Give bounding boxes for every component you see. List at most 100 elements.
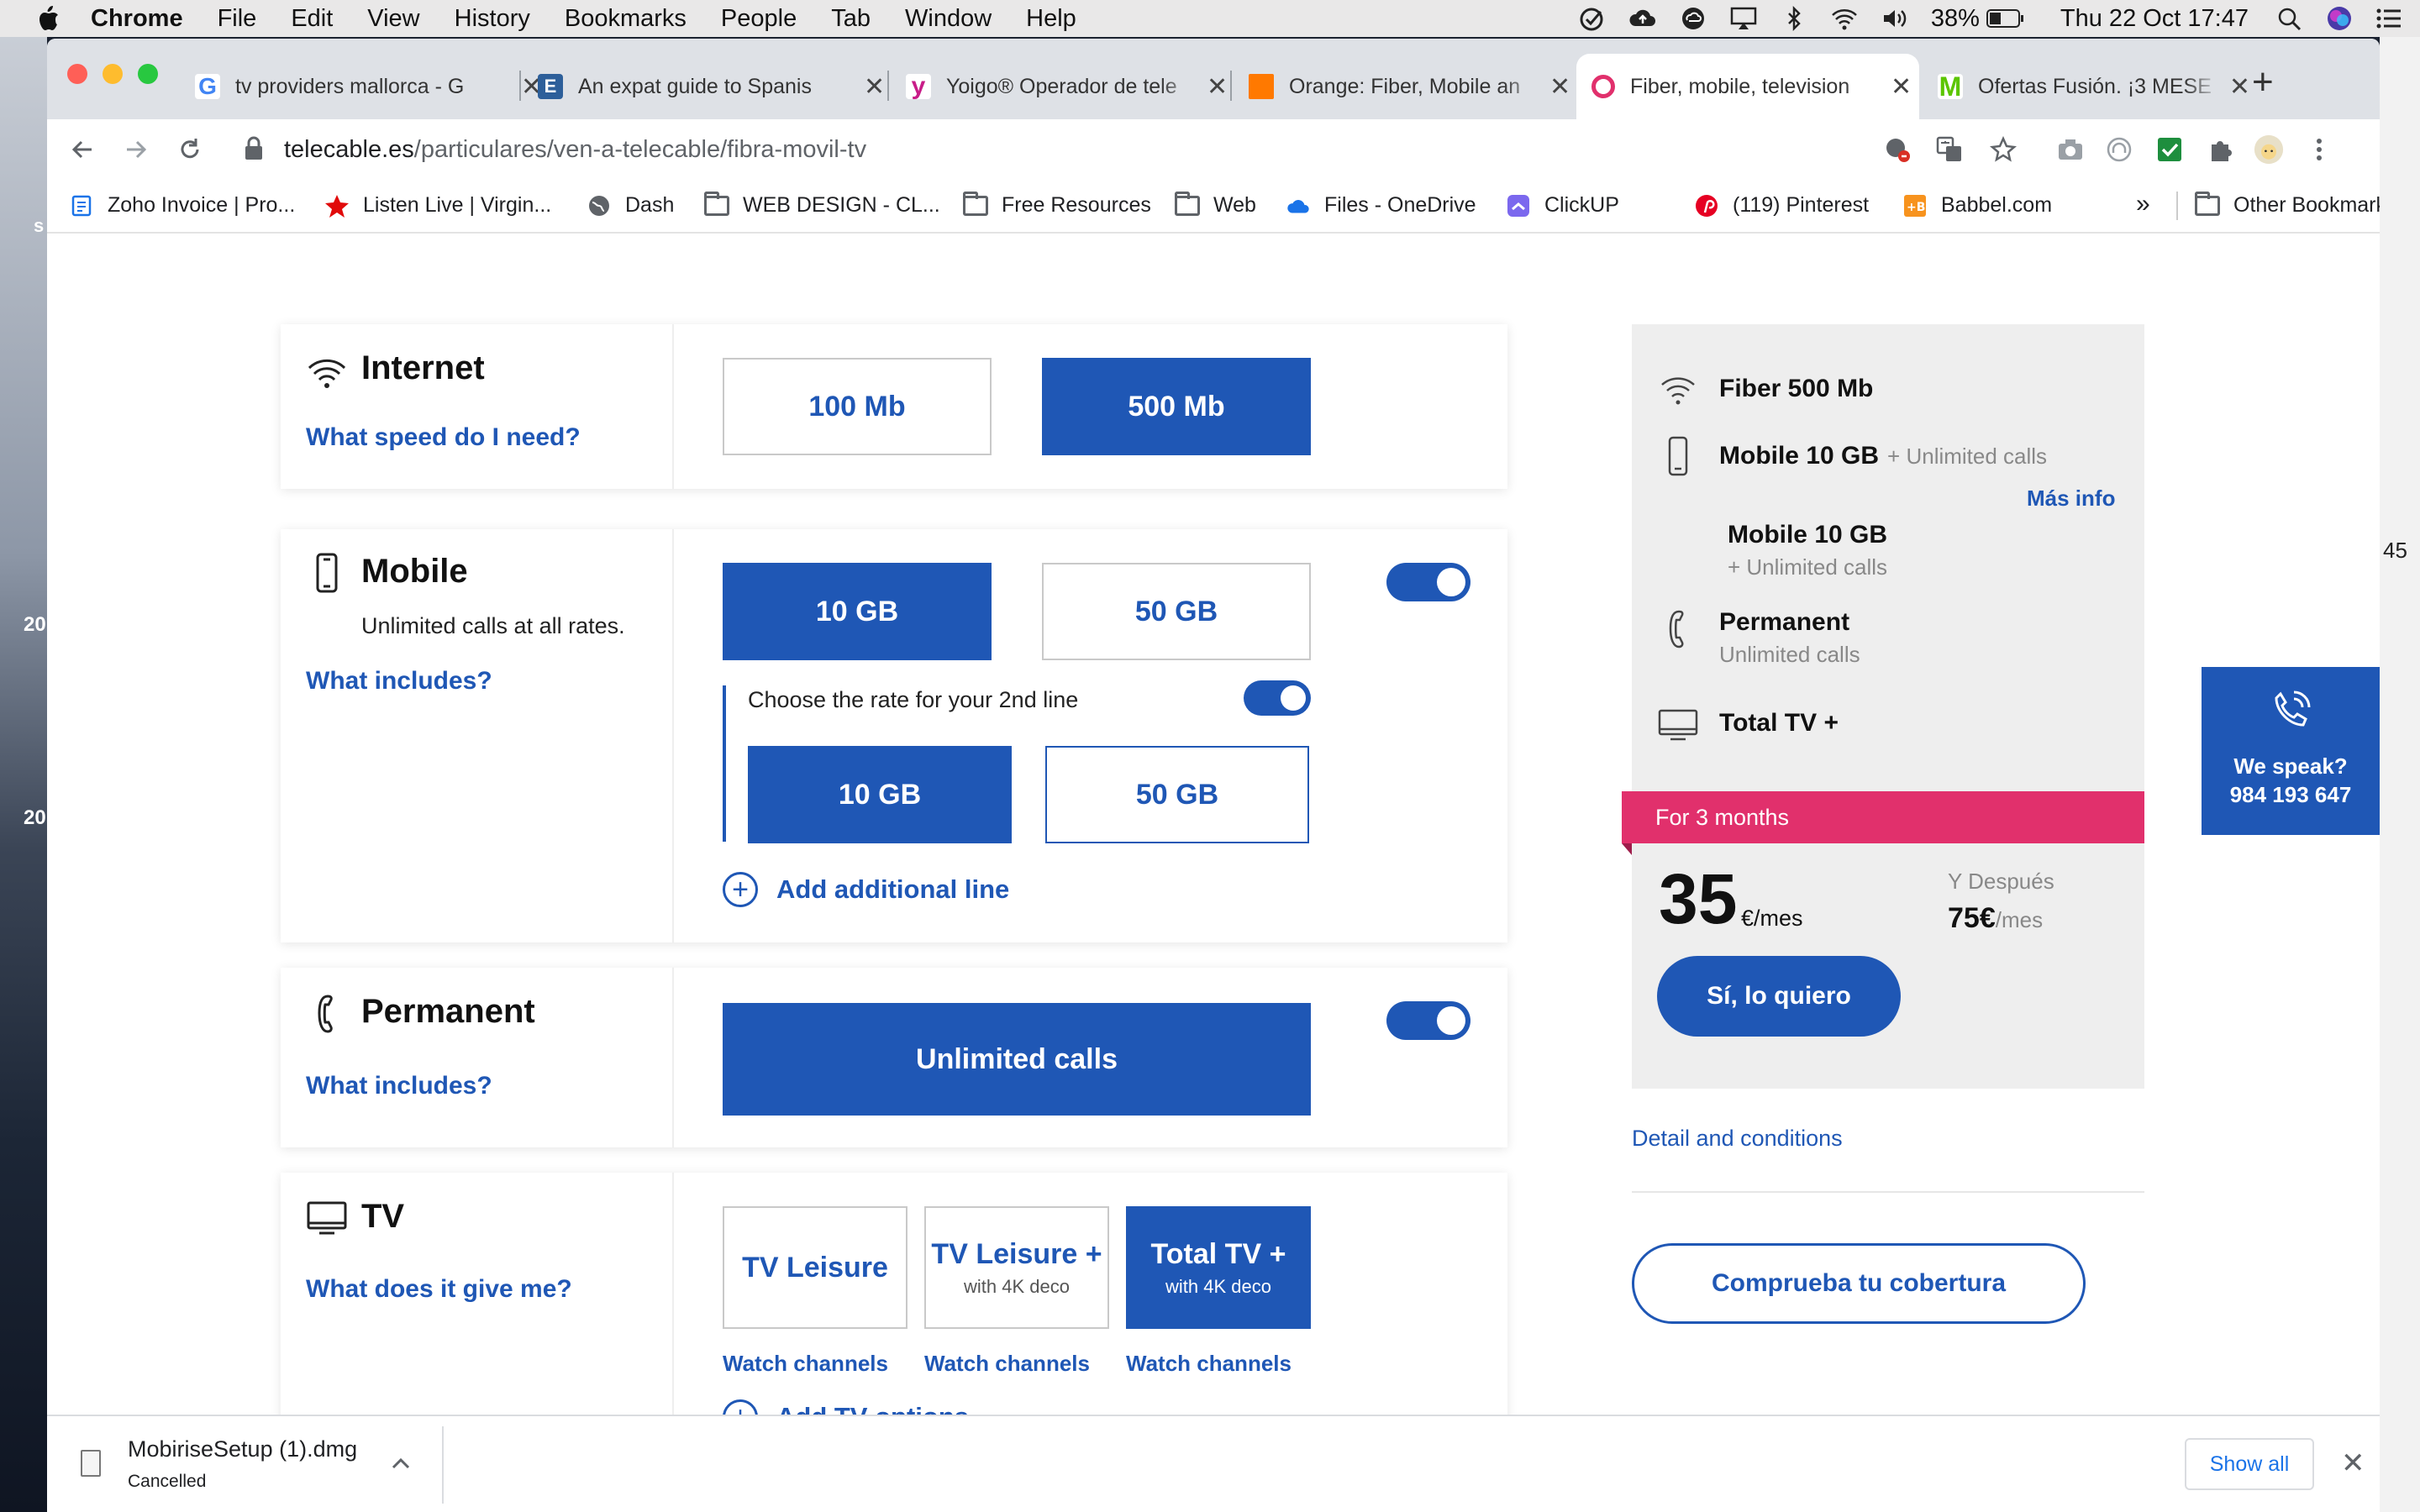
si-lo-quiero-button[interactable]: Sí, lo quiero: [1657, 956, 1901, 1037]
watch-channels-link-leisure-plus[interactable]: Watch channels: [924, 1351, 1090, 1377]
address-bar[interactable]: telecable.es/particulares/ven-a-telecabl…: [230, 126, 2334, 173]
new-tab-icon[interactable]: +: [2252, 64, 2274, 101]
extension-headphones-icon[interactable]: [2104, 134, 2134, 165]
download-filename[interactable]: MobiriseSetup (1).dmg: [128, 1436, 357, 1462]
chevron-up-icon[interactable]: [392, 1448, 410, 1475]
tv-option-leisure[interactable]: TV Leisure: [723, 1206, 908, 1329]
mobile-option-10gb[interactable]: 10 GB: [723, 563, 992, 660]
menu-help[interactable]: Help: [1026, 5, 1076, 33]
speed-option-100mb[interactable]: 100 Mb: [723, 358, 992, 455]
bookmark-free-resources[interactable]: Free Resources: [963, 191, 1151, 218]
close-window-button[interactable]: [67, 64, 87, 84]
screenshot-camera-icon[interactable]: [2055, 134, 2086, 165]
task-check-icon[interactable]: [1578, 6, 1607, 31]
close-tab-icon[interactable]: ✕: [864, 72, 885, 102]
mas-info-link[interactable]: Más info: [2027, 486, 2115, 512]
battery-icon[interactable]: [1986, 8, 2025, 29]
e-icon: E: [538, 74, 563, 99]
we-speak-call-widget[interactable]: We speak? 984 193 647: [2202, 667, 2380, 835]
menu-view[interactable]: View: [367, 5, 419, 33]
apple-menu-icon[interactable]: [34, 4, 62, 33]
second-line-toggle[interactable]: [1244, 680, 1311, 716]
add-additional-line-button[interactable]: + Add additional line: [723, 872, 1009, 907]
menu-file[interactable]: File: [218, 5, 257, 33]
back-arrow-icon[interactable]: [64, 131, 101, 168]
profile-avatar[interactable]: [2254, 134, 2284, 165]
show-all-downloads-button[interactable]: Show all: [2185, 1438, 2314, 1490]
menubar-status-area: 38% Thu 22 Oct 17:47: [1578, 0, 2420, 37]
mobile-toggle[interactable]: [1386, 563, 1470, 601]
zoom-window-button[interactable]: [138, 64, 158, 84]
what-speed-link[interactable]: What speed do I need?: [306, 423, 581, 452]
tab-orange[interactable]: Orange: Fiber, Mobile an ✕: [1234, 54, 1576, 119]
watch-channels-link-leisure[interactable]: Watch channels: [723, 1351, 888, 1377]
bookmark-web-design[interactable]: WEB DESIGN - CL...: [704, 191, 940, 218]
reload-icon[interactable]: [171, 131, 208, 168]
close-tab-icon[interactable]: ✕: [1549, 72, 1570, 102]
bookmark-clickup[interactable]: ClickUP: [1506, 193, 1619, 218]
bookmark-web[interactable]: Web: [1175, 191, 1256, 218]
bookmark-listen-live[interactable]: Listen Live | Virgin...: [324, 193, 551, 218]
tab-movistar[interactable]: M Ofertas Fusión. ¡3 MESE ✕: [1923, 54, 2250, 119]
battery-percent[interactable]: 38%: [1931, 5, 1980, 33]
menu-bookmarks[interactable]: Bookmarks: [565, 5, 687, 33]
extensions-puzzle-icon[interactable]: [2205, 134, 2235, 165]
tv-what-gives-link[interactable]: What does it give me?: [306, 1275, 572, 1304]
menu-window[interactable]: Window: [905, 5, 992, 33]
summary-fiber-row: Fiber 500 Mb: [1657, 368, 1873, 410]
detail-and-conditions-link[interactable]: Detail and conditions: [1632, 1126, 1843, 1152]
bluetooth-icon[interactable]: [1780, 6, 1808, 31]
tv-option-leisure-plus[interactable]: TV Leisure + with 4K deco: [924, 1206, 1109, 1329]
wifi-icon[interactable]: [1830, 6, 1859, 31]
second-line-option-50gb[interactable]: 50 GB: [1045, 746, 1309, 843]
volume-icon[interactable]: [1881, 6, 1909, 31]
url-text[interactable]: telecable.es/particulares/ven-a-telecabl…: [284, 136, 866, 164]
permanent-what-includes-link[interactable]: What includes?: [306, 1072, 492, 1100]
blocked-cookies-icon[interactable]: [1882, 134, 1912, 165]
forward-arrow-icon[interactable]: [118, 131, 155, 168]
clock[interactable]: Thu 22 Oct 17:47: [2060, 5, 2249, 33]
translate-icon[interactable]: [1934, 134, 1965, 165]
second-line-option-10gb[interactable]: 10 GB: [748, 746, 1012, 843]
bookmark-pinterest[interactable]: (119) Pinterest: [1694, 193, 1869, 218]
menu-history[interactable]: History: [455, 5, 530, 33]
bookmark-zoho-invoice[interactable]: Zoho Invoice | Pro...: [69, 193, 295, 218]
bookmark-babbel[interactable]: +B Babbel.com: [1902, 193, 2052, 218]
bookmark-star-icon[interactable]: [1988, 134, 2018, 165]
watch-channels-link-total[interactable]: Watch channels: [1126, 1351, 1292, 1377]
close-tab-icon[interactable]: ✕: [1207, 72, 1228, 102]
menu-app-name[interactable]: Chrome: [91, 5, 183, 33]
minimize-window-button[interactable]: [103, 64, 123, 84]
tab-google-search[interactable]: G tv providers mallorca - G ✕: [180, 54, 550, 119]
menu-edit[interactable]: Edit: [291, 5, 333, 33]
bookmark-dash[interactable]: Dash: [587, 193, 674, 218]
close-tab-icon[interactable]: ✕: [1891, 72, 1912, 102]
menu-tab[interactable]: Tab: [831, 5, 871, 33]
extension-check-icon[interactable]: [2154, 134, 2185, 165]
close-shelf-icon[interactable]: ✕: [2341, 1446, 2365, 1480]
tv-option-total-plus[interactable]: Total TV + with 4K deco: [1126, 1206, 1311, 1329]
mobile-what-includes-link[interactable]: What includes?: [306, 667, 492, 696]
tab-yoigo[interactable]: y Yoigo® Operador de tele ✕: [891, 54, 1234, 119]
permanent-toggle[interactable]: [1386, 1001, 1470, 1040]
tab-telecable-active[interactable]: Fiber, mobile, television ✕: [1576, 54, 1919, 119]
airplay-icon[interactable]: [1729, 6, 1758, 31]
notification-center-icon[interactable]: [2375, 6, 2403, 31]
card-divider: [672, 968, 674, 1147]
close-tab-icon[interactable]: ✕: [2229, 72, 2250, 102]
bookmark-onedrive[interactable]: Files - OneDrive: [1286, 193, 1476, 218]
tab-expat-guide[interactable]: E An expat guide to Spanis ✕: [523, 54, 892, 119]
siri-icon[interactable]: [2326, 5, 2353, 32]
mobile-option-50gb[interactable]: 50 GB: [1042, 563, 1311, 660]
speed-option-500mb[interactable]: 500 Mb: [1042, 358, 1311, 455]
menu-people[interactable]: People: [721, 5, 797, 33]
comprueba-cobertura-button[interactable]: Comprueba tu cobertura: [1632, 1243, 2086, 1324]
lock-icon[interactable]: [244, 136, 267, 161]
spotlight-search-icon[interactable]: [2275, 6, 2304, 31]
creative-cloud-icon[interactable]: [1679, 6, 1707, 31]
bookmarks-overflow-chevron[interactable]: »: [2136, 190, 2150, 218]
permanent-option-unlimited-calls[interactable]: Unlimited calls: [723, 1003, 1311, 1116]
cloud-upload-icon[interactable]: [1628, 6, 1657, 31]
bookmark-other-bookmarks[interactable]: Other Bookmarks: [2195, 191, 2380, 218]
chrome-menu-icon[interactable]: [2304, 134, 2334, 165]
